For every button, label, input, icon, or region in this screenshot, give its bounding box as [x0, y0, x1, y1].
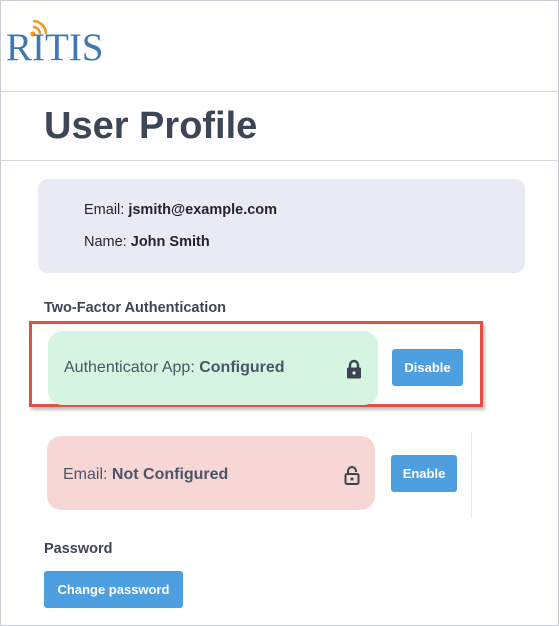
user-email-value: jsmith@example.com [128, 202, 278, 218]
authenticator-app-card: Authenticator App: Configured [48, 331, 378, 405]
header-divider [0, 91, 559, 92]
title-divider [0, 160, 559, 161]
password-heading: Password [44, 541, 113, 557]
logo-text: RITIS [6, 26, 104, 69]
user-name-label: Name: [84, 234, 127, 250]
authenticator-app-text: Authenticator App: Configured [64, 359, 285, 377]
user-name-value: John Smith [130, 234, 210, 250]
email-2fa-card: Email: Not Configured [47, 436, 375, 510]
enable-email-2fa-button[interactable]: Enable [391, 455, 457, 492]
user-name-row: Name: John Smith [84, 234, 210, 250]
authenticator-app-status: Configured [199, 359, 285, 376]
user-email-row: Email: jsmith@example.com [84, 202, 277, 218]
ritis-logo: RITIS [6, 14, 116, 74]
page-title: User Profile [44, 105, 258, 147]
user-info-card: Email: jsmith@example.com Name: John Smi… [38, 179, 525, 273]
lock-open-icon [344, 466, 360, 485]
user-email-label: Email: [84, 202, 125, 218]
disable-authenticator-button[interactable]: Disable [392, 349, 463, 386]
email-2fa-status: Not Configured [111, 466, 229, 483]
email-2fa-text: Email: Not Configured [63, 466, 228, 484]
two-factor-heading: Two-Factor Authentication [44, 300, 227, 316]
separator-line [471, 432, 472, 518]
authenticator-app-label: Authenticator App: [64, 359, 195, 376]
email-2fa-label: Email: [63, 466, 108, 483]
lock-closed-icon [347, 359, 361, 379]
change-password-button[interactable]: Change password [44, 571, 183, 608]
